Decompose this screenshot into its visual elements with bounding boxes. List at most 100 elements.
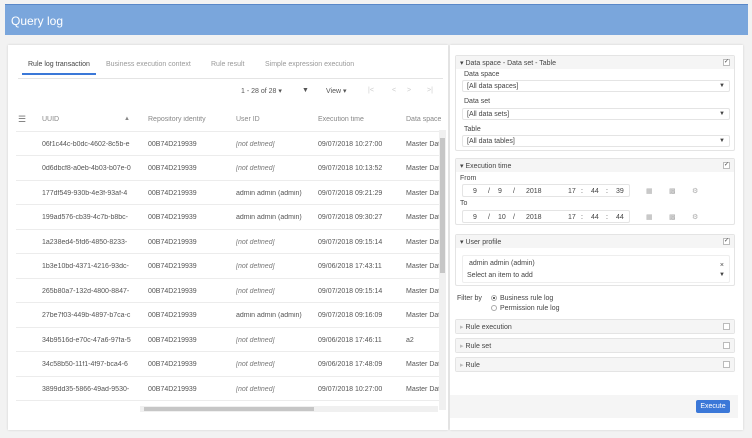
- vertical-scrollbar[interactable]: [439, 130, 446, 410]
- section-title: Rule set: [465, 343, 492, 350]
- dataset-select[interactable]: [All data sets] ▼: [462, 108, 730, 120]
- calendar-icon[interactable]: ▦: [646, 187, 653, 195]
- to-datetime-input[interactable]: 9/ 10/ 2018 17: 44: 44: [462, 210, 630, 223]
- filter-icon[interactable]: ▼: [302, 87, 309, 94]
- to-year[interactable]: 2018: [526, 214, 542, 221]
- cell-execution-time: 09/07/2018 10:27:00: [318, 385, 383, 393]
- from-year[interactable]: 2018: [526, 188, 542, 195]
- from-month[interactable]: 9: [473, 188, 477, 195]
- to-second[interactable]: 44: [616, 214, 624, 221]
- cell-uuid: 3899dd35-5866-49ad-9530-: [42, 385, 130, 393]
- column-header-repository[interactable]: Repository identity: [148, 116, 206, 123]
- chevron-down-icon: ▼: [719, 111, 725, 117]
- to-month[interactable]: 9: [473, 214, 477, 221]
- from-second[interactable]: 39: [616, 188, 624, 195]
- next-page-button[interactable]: >: [407, 87, 411, 94]
- cell-repository: 00B74D219939: [148, 336, 197, 344]
- dataspace-section-checkbox[interactable]: ✓: [723, 59, 730, 66]
- rule-section[interactable]: ▸ Rule: [455, 357, 735, 372]
- permission-rule-log-radio[interactable]: Permission rule log: [491, 305, 560, 312]
- clear-icon[interactable]: ⚙: [692, 213, 698, 221]
- column-header-data-space[interactable]: Data space: [406, 116, 441, 123]
- to-minute[interactable]: 44: [591, 214, 599, 221]
- cell-uuid: 34b9516d-e70c-47a6-97fa-5: [42, 336, 131, 344]
- tab-rule-result[interactable]: Rule result: [211, 61, 244, 68]
- rule-execution-checkbox[interactable]: [723, 323, 730, 330]
- cell-repository: 00B74D219939: [148, 189, 197, 197]
- table-row[interactable]: 34c58b50-11f1-4f97-bca4-6 00B74D219939 [no…: [16, 352, 444, 377]
- pagination-dropdown[interactable]: 1 - 28 of 28 ▾: [241, 87, 282, 95]
- add-user-placeholder[interactable]: Select an item to add: [467, 272, 533, 279]
- filter-by-label: Filter by: [457, 295, 482, 302]
- now-icon[interactable]: ▩: [669, 187, 676, 195]
- cell-user-id: admin admin (admin): [236, 312, 302, 319]
- table-row[interactable]: 0d6dbcf8-a0eb-4b03-b07e-0 00B74D219939 [no…: [16, 156, 444, 181]
- cell-user-id: admin admin (admin): [236, 189, 302, 197]
- column-header-execution-time[interactable]: Execution time: [318, 116, 364, 123]
- horizontal-scrollbar[interactable]: [140, 406, 438, 412]
- filter-panel: ▾ Data space - Data set - Table ✓ Data s…: [450, 45, 743, 430]
- table-row[interactable]: 1b3e10bd-4371-4216-93dc- 00B74D219939 [not…: [16, 254, 444, 279]
- cell-execution-time: 09/07/2018 09:16:09: [318, 312, 383, 319]
- table-row[interactable]: 177df549-930b-4e3f-93af-4 00B74D219939 adm…: [16, 181, 444, 205]
- from-datetime-input[interactable]: 9/ 9/ 2018 17: 44: 39: [462, 184, 630, 197]
- from-day[interactable]: 9: [498, 188, 502, 195]
- view-menu-button[interactable]: View ▾: [326, 87, 347, 95]
- execution-time-checkbox[interactable]: ✓: [723, 162, 730, 169]
- column-header-user-id[interactable]: User ID: [236, 116, 260, 123]
- to-hour[interactable]: 17: [568, 214, 576, 221]
- table-row[interactable]: 27be7f03-449b-4897-b7ca-c 00B74D219939 adm…: [16, 303, 444, 328]
- tab-simple-expression-execution[interactable]: Simple expression execution: [265, 61, 354, 68]
- business-rule-log-radio[interactable]: Business rule log: [491, 295, 553, 302]
- now-icon[interactable]: ▩: [669, 213, 676, 221]
- cell-execution-time: 09/07/2018 10:27:00: [318, 140, 383, 148]
- table-row[interactable]: 265b80a7-132d-4800-8847- 00B74D219939 [not…: [16, 279, 444, 303]
- chevron-down-icon: ▼: [719, 138, 725, 144]
- dataspace-value: [All data spaces]: [467, 83, 519, 90]
- table-row[interactable]: 34b9516d-e70c-47a6-97fa-5 00B74D219939 [no…: [16, 328, 440, 352]
- to-label: To: [460, 200, 468, 207]
- page-title: Query log: [11, 14, 64, 28]
- cell-uuid: 27be7f03-449b-4897-b7ca-c: [42, 312, 131, 319]
- table-value: [All data tables]: [467, 138, 515, 145]
- section-title: Rule: [465, 362, 480, 369]
- rule-set-checkbox[interactable]: [723, 342, 730, 349]
- from-minute[interactable]: 44: [591, 188, 599, 195]
- table-select[interactable]: [All data tables] ▼: [462, 135, 730, 147]
- rule-execution-section[interactable]: ▸ Rule execution: [455, 319, 735, 334]
- user-profile-checkbox[interactable]: ✓: [723, 238, 730, 245]
- table-row[interactable]: 1a238ed4-5fd6-4850-8233- 00B74D219939 [not…: [16, 230, 444, 254]
- table-row[interactable]: 199ad576-cb39-4c7b-b8bc- 00B74D219939 admi…: [16, 205, 444, 230]
- execution-time-header[interactable]: ▾ Execution time: [456, 159, 734, 172]
- dataspace-select[interactable]: [All data spaces] ▼: [462, 80, 730, 92]
- chevron-down-icon: ▼: [719, 83, 725, 89]
- cell-repository: 00B74D219939: [148, 312, 197, 319]
- prev-page-button[interactable]: <: [392, 87, 396, 94]
- last-page-button[interactable]: >|: [427, 87, 433, 94]
- tab-rule-log-transaction[interactable]: Rule log transaction: [22, 61, 96, 75]
- cell-execution-time: 09/07/2018 09:15:14: [318, 238, 383, 246]
- user-profile-multiselect[interactable]: admin admin (admin) × Select an item to …: [462, 255, 730, 283]
- table-row[interactable]: 06f1c44c-b0dc-4602-8c5b-e 00B74D219939 [no…: [16, 132, 444, 156]
- column-menu-icon[interactable]: ☰: [18, 114, 26, 125]
- user-profile-header[interactable]: ▾ User profile: [456, 235, 734, 248]
- clear-icon[interactable]: ⚙: [692, 187, 698, 195]
- cell-user-id: admin admin (admin): [236, 214, 302, 221]
- column-header-uuid[interactable]: UUID: [42, 116, 59, 123]
- table-row[interactable]: 3899dd35-5866-49ad-9530- 00B74D219939 [not…: [16, 377, 444, 401]
- calendar-icon[interactable]: ▦: [646, 213, 653, 221]
- tab-business-execution-context[interactable]: Business execution context: [106, 61, 191, 68]
- radio-label: Business rule log: [500, 295, 554, 302]
- execute-button[interactable]: Execute: [696, 400, 730, 413]
- rule-checkbox[interactable]: [723, 361, 730, 368]
- to-day[interactable]: 10: [498, 214, 506, 221]
- cell-uuid: 06f1c44c-b0dc-4602-8c5b-e: [42, 140, 130, 148]
- cell-repository: 00B74D219939: [148, 385, 197, 393]
- dataspace-section-header[interactable]: ▾ Data space - Data set - Table: [456, 56, 734, 69]
- from-hour[interactable]: 17: [568, 188, 576, 195]
- remove-user-icon[interactable]: ×: [720, 262, 724, 269]
- sort-ascending-icon[interactable]: ▲: [124, 116, 130, 122]
- first-page-button[interactable]: |<: [368, 87, 374, 94]
- rule-set-section[interactable]: ▸ Rule set: [455, 338, 735, 353]
- section-title: Execution time: [465, 163, 512, 170]
